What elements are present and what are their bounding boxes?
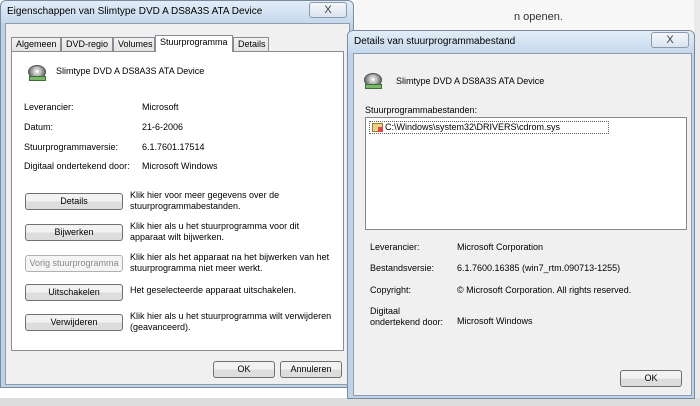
background-text: n openen. xyxy=(514,11,563,23)
dvd-drive-icon xyxy=(28,61,48,81)
close-button[interactable]: X xyxy=(309,2,347,18)
details-description: Klik hier voor meer gegevens over de stu… xyxy=(130,190,280,211)
tab-strip: Algemeen DVD-regio Volumes Stuurprogramm… xyxy=(11,35,341,52)
files-label: Stuurprogrammabestanden: xyxy=(365,105,478,115)
field-label-copyright: Copyright: xyxy=(370,285,412,295)
titlebar: Eigenschappen van Slimtype DVD A DS8A3S … xyxy=(1,1,353,23)
field-label-leverancier: Leverancier: xyxy=(24,102,74,112)
uninstall-button[interactable]: Verwijderen xyxy=(25,314,123,331)
tab-stuurprogramma[interactable]: Stuurprogramma xyxy=(155,35,233,52)
window-client: Algemeen DVD-regio Volumes Stuurprogramm… xyxy=(5,23,350,385)
close-icon: X xyxy=(666,34,674,46)
close-icon: X xyxy=(324,4,332,16)
field-label-versie: Stuurprogrammaversie: xyxy=(24,142,119,152)
field-label-bestandsversie: Bestandsversie: xyxy=(370,263,435,273)
window-title: Details van stuurprogrammabestand xyxy=(354,36,516,47)
field-label-ondertekend: Digitaal ondertekend door: xyxy=(24,161,130,171)
tab-volumes[interactable]: Volumes xyxy=(113,37,155,51)
driver-tab-panel: Slimtype DVD A DS8A3S ATA Device Leveran… xyxy=(11,51,344,351)
uninstall-description: Klik hier als u het stuurprogramma wilt … xyxy=(130,311,332,332)
device-properties-window: Eigenschappen van Slimtype DVD A DS8A3S … xyxy=(0,0,354,388)
field-value-versie: 6.1.7601.17514 xyxy=(142,142,205,152)
window-client: Slimtype DVD A DS8A3S ATA Device Stuurpr… xyxy=(353,53,692,396)
field-value-leverancier: Microsoft xyxy=(142,102,179,112)
update-button[interactable]: Bijwerken xyxy=(25,224,123,241)
field-label-datum: Datum: xyxy=(24,122,54,132)
tab-dvd-regio[interactable]: DVD-regio xyxy=(61,37,113,51)
field-value-leverancier: Microsoft Corporation xyxy=(457,242,544,252)
titlebar: Details van stuurprogrammabestand X xyxy=(348,31,694,53)
drive-shape xyxy=(365,84,382,89)
field-value-ondertekend: Microsoft Windows xyxy=(457,316,533,326)
ok-button[interactable]: OK xyxy=(213,361,275,378)
rollback-description: Klik hier als het apparaat na het bijwer… xyxy=(130,252,330,273)
field-value-copyright: © Microsoft Corporation. All rights rese… xyxy=(457,285,632,295)
background-strip xyxy=(0,398,700,406)
details-button[interactable]: Details xyxy=(25,193,123,210)
field-value-datum: 21-6-2006 xyxy=(142,122,184,132)
rollback-button[interactable]: Vorig stuurprogramma xyxy=(25,255,123,272)
field-label-leverancier: Leverancier: xyxy=(370,242,420,252)
field-value-ondertekend: Microsoft Windows xyxy=(142,161,218,171)
ok-button[interactable]: OK xyxy=(620,370,682,387)
field-value-bestandsversie: 6.1.7600.16385 (win7_rtm.090713-1255) xyxy=(457,263,621,273)
close-button[interactable]: X xyxy=(651,32,689,48)
update-description: Klik hier als u het stuurprogramma voor … xyxy=(130,221,300,242)
file-path: C:\Windows\system32\DRIVERS\cdrom.sys xyxy=(385,122,561,132)
system-file-icon xyxy=(372,123,383,132)
drive-shape xyxy=(29,76,46,81)
dvd-drive-icon xyxy=(364,69,384,89)
tab-algemeen[interactable]: Algemeen xyxy=(11,37,61,51)
driver-file-details-window: Details van stuurprogrammabestand X Slim… xyxy=(347,30,695,399)
window-title: Eigenschappen van Slimtype DVD A DS8A3S … xyxy=(7,6,263,17)
tab-details[interactable]: Details xyxy=(233,37,269,51)
device-name: Slimtype DVD A DS8A3S ATA Device xyxy=(56,66,205,76)
disable-description: Het geselecteerde apparaat uitschakelen. xyxy=(130,285,297,295)
cancel-button[interactable]: Annuleren xyxy=(280,361,342,378)
disable-button[interactable]: Uitschakelen xyxy=(25,284,123,301)
field-label-ondertekend: Digitaal ondertekend door: xyxy=(370,306,444,327)
list-item[interactable]: C:\Windows\system32\DRIVERS\cdrom.sys xyxy=(369,121,609,134)
device-name: Slimtype DVD A DS8A3S ATA Device xyxy=(396,76,545,86)
driver-files-list[interactable]: C:\Windows\system32\DRIVERS\cdrom.sys xyxy=(365,117,687,230)
